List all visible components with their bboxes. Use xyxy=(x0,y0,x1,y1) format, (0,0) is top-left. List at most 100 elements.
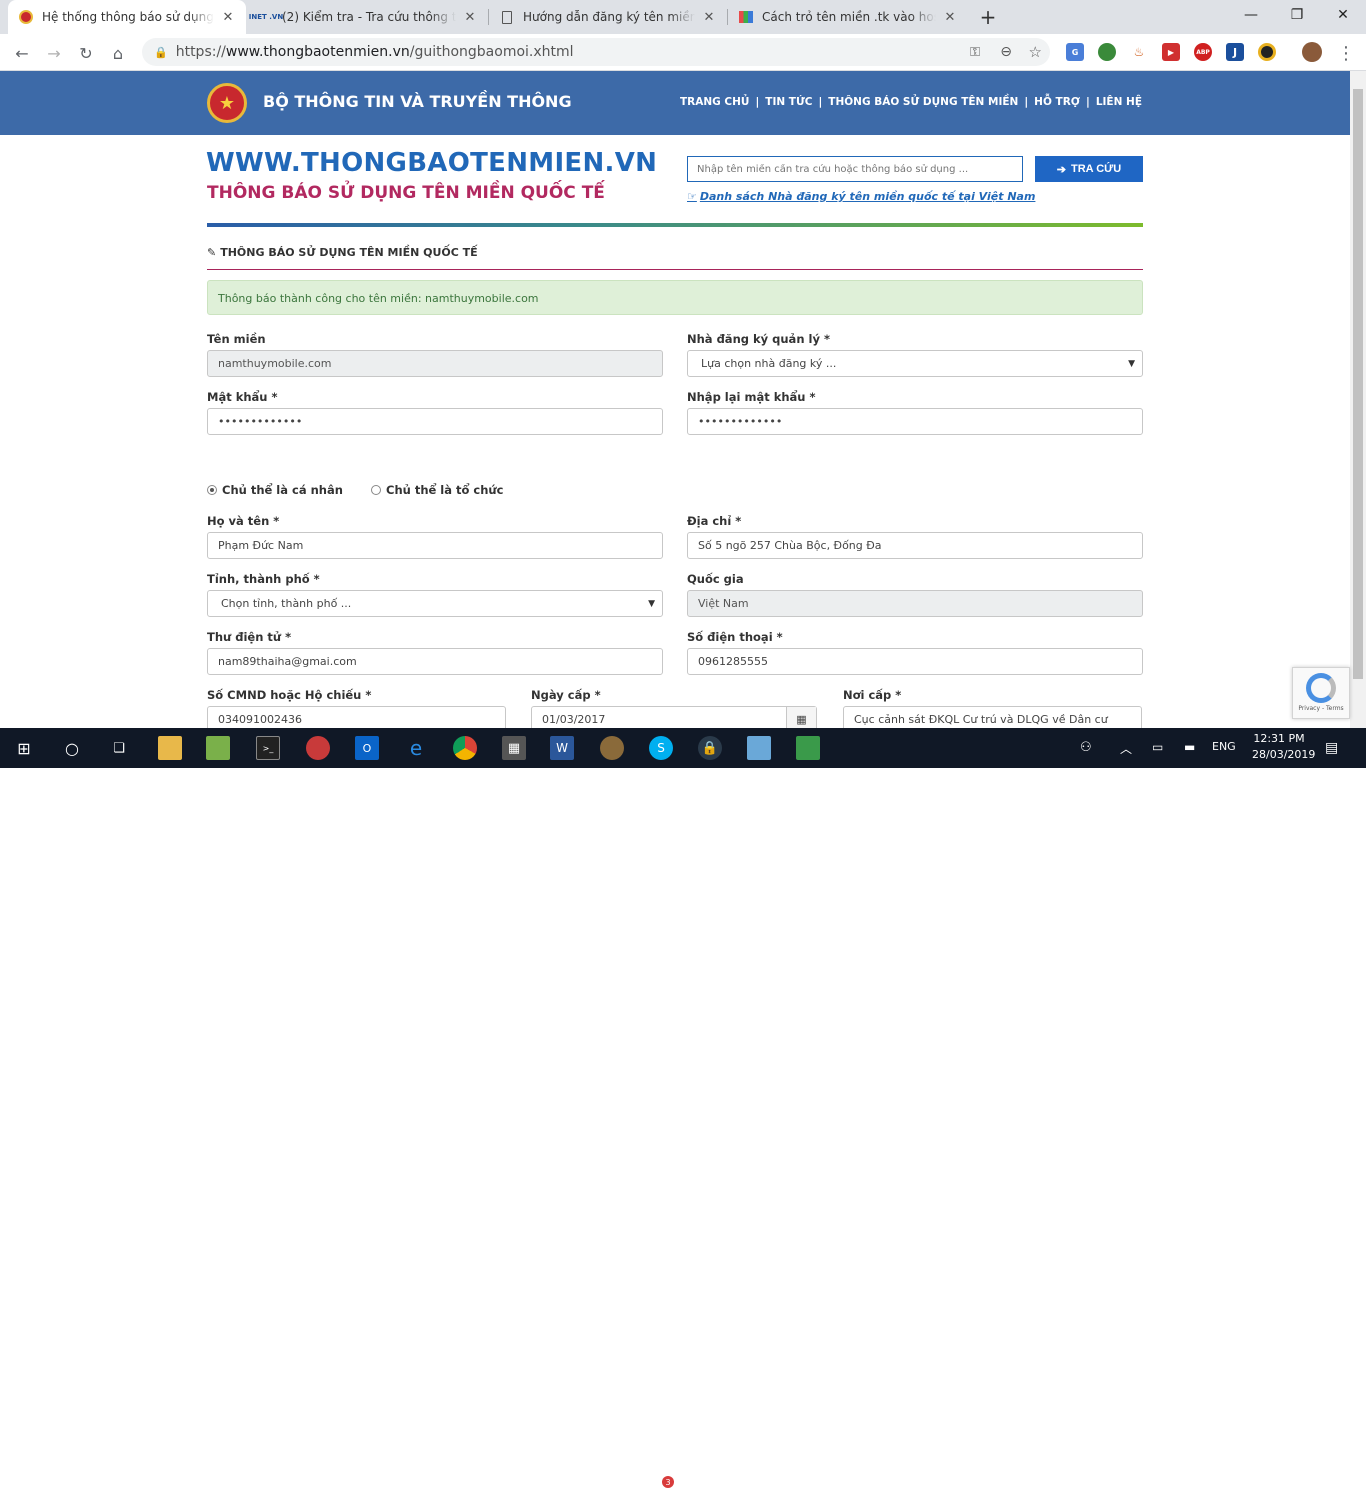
issue-date-label: Ngày cấp * xyxy=(531,688,601,702)
radio-individual-label: Chủ thể là cá nhân xyxy=(222,483,343,497)
section-title: ✎ THÔNG BÁO SỬ DỤNG TÊN MIỀN QUỐC TẾ xyxy=(207,246,478,259)
fullname-label: Họ và tên * xyxy=(207,514,280,528)
address-field[interactable]: Số 5 ngõ 257 Chùa Bộc, Đống Đa xyxy=(687,532,1143,559)
scrollbar-thumb[interactable] xyxy=(1353,89,1363,679)
recaptcha-badge[interactable]: Privacy - Terms xyxy=(1292,667,1350,719)
hand-pointer-icon: ☞ xyxy=(687,190,697,203)
nav-separator: | xyxy=(1085,96,1090,108)
j-icon[interactable]: J xyxy=(1226,43,1244,61)
password-confirm-field[interactable]: ••••••••••••• xyxy=(687,408,1143,435)
search-button-label: TRA CỨU xyxy=(1070,163,1122,175)
colorful-site-icon xyxy=(738,9,754,25)
page-scrollbar[interactable] xyxy=(1350,71,1366,728)
address-bar[interactable]: 🔒 https://www.thongbaotenmien.vn/guithon… xyxy=(142,38,1050,66)
vpn-lock-icon[interactable]: 🔒 xyxy=(698,736,722,760)
registrar-list-link[interactable]: ☞ Danh sách Nhà đăng ký tên miền quốc tế … xyxy=(687,190,1035,203)
skype-icon[interactable]: S xyxy=(649,736,673,760)
chrome-icon[interactable] xyxy=(453,736,477,760)
calculator-icon[interactable]: ▦ xyxy=(502,736,526,760)
tab-cach-tro[interactable]: Cách trỏ tên miền .tk vào hosting ✕ xyxy=(728,0,968,34)
tab-huong-dan[interactable]: Hướng dẫn đăng ký tên miền mi ✕ xyxy=(489,0,727,34)
chart-app-icon[interactable] xyxy=(796,736,820,760)
issue-date-value: 01/03/2017 xyxy=(542,713,606,726)
password-label: Mật khẩu * xyxy=(207,390,278,404)
file-explorer-icon[interactable] xyxy=(158,736,182,760)
radio-selected-icon xyxy=(207,485,217,495)
back-icon[interactable]: ← xyxy=(8,39,36,67)
restore-icon[interactable]: ❐ xyxy=(1274,0,1320,30)
globe-icon[interactable] xyxy=(1098,43,1116,61)
domain-search-input[interactable] xyxy=(687,156,1023,182)
windows-taskbar: ⊞ ○ ❏ >_ O e ▦ W S 3 🔒 ⚇ ︿ ▭ ▬ ENG 12:31… xyxy=(0,728,1366,1488)
tab-close-icon[interactable]: ✕ xyxy=(462,10,478,25)
radio-individual[interactable]: Chủ thể là cá nhân xyxy=(207,483,343,497)
tab-close-icon[interactable]: ✕ xyxy=(942,10,958,25)
radio-organization[interactable]: Chủ thể là tổ chức xyxy=(371,483,503,497)
registrar-link-label: Danh sách Nhà đăng ký tên miền quốc tế t… xyxy=(699,190,1036,203)
language-indicator[interactable]: ENG xyxy=(1212,740,1236,753)
top-navigation: TRANG CHỦ | TIN TỨC | THÔNG BÁO SỬ DỤNG TÊ… xyxy=(680,96,1142,108)
zoom-icon[interactable]: ⊖ xyxy=(1000,44,1012,60)
recaptcha-terms[interactable]: Privacy - Terms xyxy=(1298,705,1343,712)
key-icon[interactable]: ⚿ xyxy=(970,45,980,60)
notes-app-icon[interactable] xyxy=(747,736,771,760)
nav-domain-notice[interactable]: THÔNG BÁO SỬ DỤNG TÊN MIỀN xyxy=(828,96,1018,108)
province-label: Tỉnh, thành phố * xyxy=(207,572,320,586)
cortana-search-icon[interactable]: ○ xyxy=(60,736,84,760)
site-brand[interactable]: WWW.THONGBAOTENMIEN.VN xyxy=(206,148,657,178)
nav-home[interactable]: TRANG CHỦ xyxy=(680,96,749,108)
nav-contact[interactable]: LIÊN HỆ xyxy=(1096,96,1142,108)
search-button[interactable]: ➔ TRA CỨU xyxy=(1035,156,1143,182)
word-icon[interactable]: W xyxy=(550,736,574,760)
registrar-select[interactable]: Lựa chọn nhà đăng ký ... ▼ xyxy=(687,350,1143,377)
tray-chevron-up-icon[interactable]: ︿ xyxy=(1120,740,1132,757)
battery-icon[interactable]: ▬ xyxy=(1184,740,1195,754)
java-icon[interactable]: ♨ xyxy=(1130,43,1148,61)
tab-thongbaotenmien[interactable]: Hệ thống thông báo sử dụng tên ✕ xyxy=(8,0,246,34)
translate-icon[interactable]: G xyxy=(1066,43,1084,61)
reload-icon[interactable]: ↻ xyxy=(72,39,100,67)
minimize-icon[interactable]: — xyxy=(1228,0,1274,30)
nav-separator: | xyxy=(818,96,823,108)
profile-avatar-icon[interactable] xyxy=(1302,42,1322,62)
phone-field[interactable]: 0961285555 xyxy=(687,648,1143,675)
email-field[interactable]: nam89thaiha@gmai.com xyxy=(207,648,663,675)
province-select-value: Chọn tỉnh, thành phố ... xyxy=(221,597,352,610)
recaptcha-icon xyxy=(1306,673,1336,703)
site-brand-subtitle: THÔNG BÁO SỬ DỤNG TÊN MIỀN QUỐC TẾ xyxy=(207,183,605,203)
adblock-icon[interactable]: ABP xyxy=(1194,43,1212,61)
tab-close-icon[interactable]: ✕ xyxy=(701,10,717,25)
tab-close-icon[interactable]: ✕ xyxy=(220,10,236,25)
terminal-icon[interactable]: >_ xyxy=(256,736,280,760)
nav-support[interactable]: HỖ TRỢ xyxy=(1034,96,1080,108)
close-window-icon[interactable]: ✕ xyxy=(1320,0,1366,30)
password-confirm-label: Nhập lại mật khẩu * xyxy=(687,390,816,404)
forward-icon[interactable]: → xyxy=(40,39,68,67)
paint-app-icon[interactable] xyxy=(306,736,330,760)
country-label: Quốc gia xyxy=(687,572,744,586)
emblem-icon xyxy=(18,9,34,25)
task-view-icon[interactable]: ❏ xyxy=(107,736,131,760)
notifications-icon[interactable]: ▤ xyxy=(1325,740,1338,756)
tab-inet[interactable]: INET .VN (2) Kiểm tra - Tra cứu thông ti… xyxy=(248,0,488,34)
password-field[interactable]: ••••••••••••• xyxy=(207,408,663,435)
province-select[interactable]: Chọn tỉnh, thành phố ... ▼ xyxy=(207,590,663,617)
tab-title: Hướng dẫn đăng ký tên miền mi xyxy=(523,10,695,24)
palette-icon[interactable] xyxy=(600,736,624,760)
fullname-field[interactable]: Phạm Đức Nam xyxy=(207,532,663,559)
new-tab-button[interactable]: + xyxy=(974,0,1002,34)
bookmark-star-icon[interactable]: ☆ xyxy=(1029,43,1042,61)
windows-start-icon[interactable]: ⊞ xyxy=(12,736,36,760)
outlook-icon[interactable]: O xyxy=(355,736,379,760)
people-icon[interactable]: ⚇ xyxy=(1080,740,1092,755)
media-icon[interactable]: ▶ xyxy=(1162,43,1180,61)
edge-icon[interactable]: e xyxy=(404,736,428,760)
national-emblem-icon: ★ xyxy=(207,83,247,123)
eclipse-icon[interactable] xyxy=(1258,43,1276,61)
nav-news[interactable]: TIN TỨC xyxy=(765,96,812,108)
menu-kebab-icon[interactable]: ⋮ xyxy=(1332,39,1360,67)
home-icon[interactable]: ⌂ xyxy=(104,39,132,67)
clock[interactable]: 12:31 PM 28/03/2019 xyxy=(1252,732,1315,761)
network-icon[interactable]: ▭ xyxy=(1152,740,1163,754)
photo-app-icon[interactable] xyxy=(206,736,230,760)
